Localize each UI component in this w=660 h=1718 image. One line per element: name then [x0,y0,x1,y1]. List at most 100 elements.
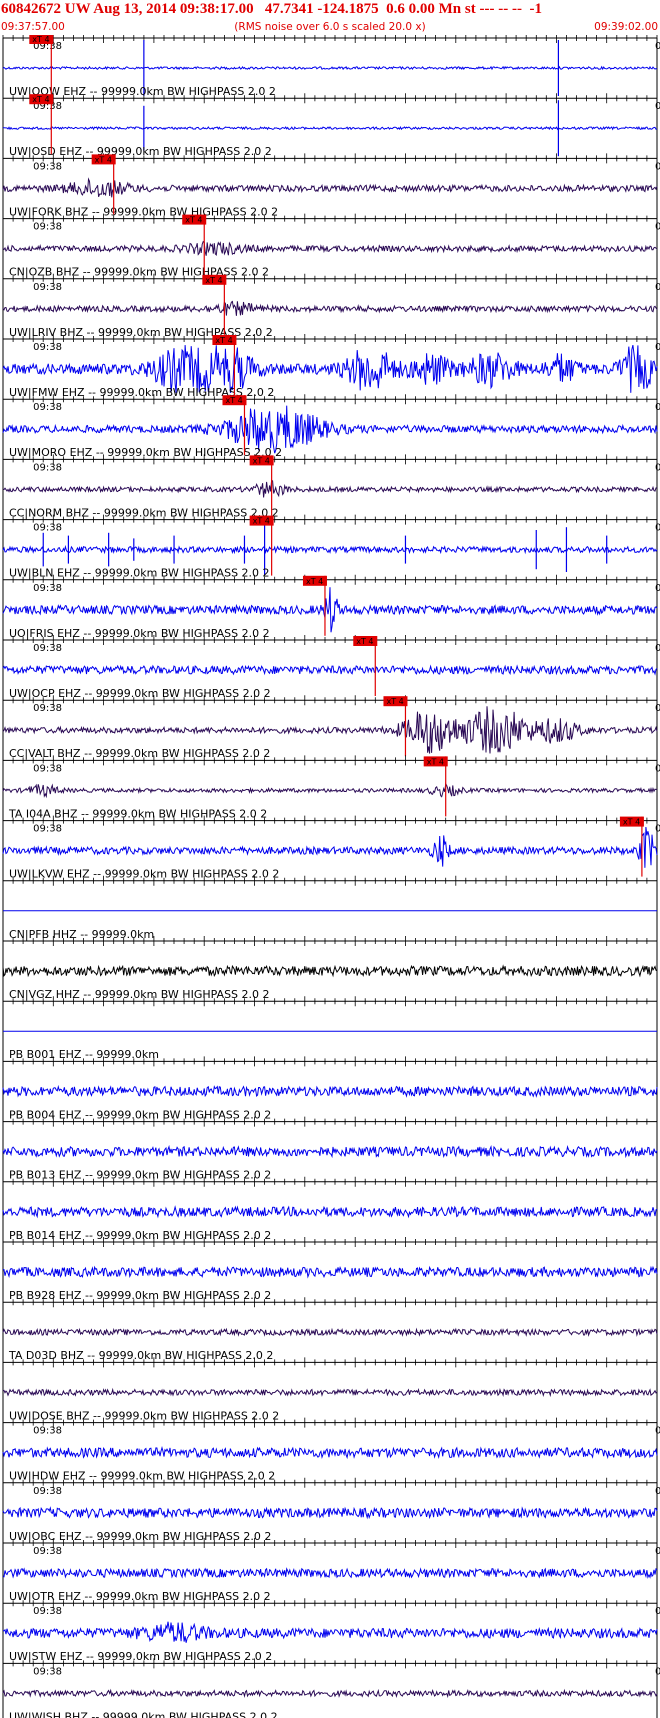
waveform [2,964,658,978]
trace-26: 09:38 09:38 UW|OTR EHZ -- 99999.0km BW HIG… [2,1538,660,1603]
trace-27: 09:38 09:38 UW|STW EHZ -- 99999.0km BW HIG… [2,1598,660,1663]
tick-label-right: 09:38 [655,523,660,534]
trace-17: PB B001 EHZ -- 99999.0km [2,996,658,1061]
tick-label: 09:38 [33,1606,62,1617]
waveform [2,587,658,633]
trace-7: 09:38 09:38 UW|MORO EHZ -- 99999.0km BW HI… [2,394,660,459]
tick-label-right: 09:38 [655,643,660,654]
pick-label: xT 4 [205,276,222,285]
tick-label-right: 09:38 [655,342,660,353]
trace-14: 09:3809:38UW|LKVW EHZ -- 99999.0km BW HI… [2,815,660,881]
tick-label: 09:38 [33,523,62,534]
tick-label-right: 09:38 [655,101,660,112]
waveform [2,1265,658,1279]
station-label: PB B014 EHZ -- 99999.0km BW HIGHPASS 2.0… [9,1229,271,1242]
tick-label-right: 09:38 [655,1666,660,1677]
station-label: CN|VGZ HHZ -- 99999.0km BW HIGHPASS 2.0 … [9,988,270,1001]
trace-13: 09:38 09:38 TA I04A BHZ -- 99999.0km BW HI… [2,755,660,820]
trace-15: CN|PFB HHZ -- 99999.0km [2,875,658,941]
end-time-label: 09:39:02.00 [594,21,658,33]
tick-label-right: 09:38 [655,703,660,714]
pick-label: xT 4 [32,95,49,104]
trace-2: 09:3809:38UW|OSD EHZ -- 99999.0km BW HIG… [2,93,660,158]
pick-label: xT 4 [225,396,242,405]
seismogram-plot: 09:3809:38UW|OOW EHZ -- 99999.0km BW HIG… [2,35,660,1718]
station-label: UW|OCP EHZ -- 99999.0km BW HIGHPASS 2.0 … [9,687,271,700]
waveform [2,240,658,256]
trace-24: 09:38 09:38 UW|HDW EHZ -- 99999.0km BW HIG… [2,1417,660,1483]
trace-4: 09:38 09:38 CN|OZB BHZ -- 99999.0km BW HIG… [2,213,660,279]
station-label: CC|VALT BHZ -- 99999.0km BW HIGHPASS 2.0… [9,747,270,760]
trace-6: 09:3809:38UW|FMW EHZ -- 99999.0km BW HIG… [2,334,660,399]
tick-label: 09:38 [33,402,62,413]
pick-label: xT 4 [253,456,270,465]
station-label: CN|OZB BHZ -- 99999.0km BW HIGHPASS 2.0 … [9,266,269,279]
tick-label: 09:38 [33,1426,62,1437]
tick-label-right: 09:38 [655,583,660,594]
tick-label: 09:38 [33,1486,62,1497]
tick-label: 09:38 [33,1666,62,1677]
tick-label-right: 09:38 [655,1546,660,1557]
trace-16: CN|VGZ HHZ -- 99999.0km BW HIGHPASS 2.0 … [2,936,658,1001]
tick-label: 09:38 [33,161,62,172]
waveform [2,1621,658,1643]
station-label: UW|MORO EHZ -- 99999.0km BW HIGHPASS 2.0… [9,446,282,459]
trace-11: 09:38 09:38 UW|OCP EHZ -- 99999.0km BW HIG… [2,635,660,700]
trace-10: 09:38 09:38 UO|FRIS EHZ -- 99999.0km BW HI… [2,574,660,640]
tick-label-right: 09:38 [655,1486,660,1497]
tick-label: 09:38 [33,703,62,714]
tick-label: 09:38 [33,643,62,654]
station-label: UW|OSD EHZ -- 99999.0km BW HIGHPASS 2.0 … [9,145,272,158]
station-label: PB B928 EHZ -- 99999.0km BW HIGHPASS 2.0… [9,1289,271,1302]
waveform [2,177,658,198]
waveform [2,782,658,799]
rms-noise-subtitle: (RMS noise over 6.0 s scaled 20.0 x) [234,21,426,33]
waveform [2,544,658,555]
tick-label-right: 09:38 [655,282,660,293]
waveform [2,1084,658,1098]
waveform [2,1144,658,1159]
tick-label-right: 09:38 [655,402,660,413]
trace-22: TA D03D BHZ -- 99999.0km BW HIGHPASS 2.0… [2,1297,658,1362]
waveform [2,1327,658,1337]
pick-label: xT 4 [356,637,373,646]
record-header: 60842672 UW Aug 13, 2014 09:38:17.00 47.… [0,0,660,35]
waveform [2,479,658,498]
trace-5: 09:3809:38UW|LRIV BHZ -- 99999.0km BW HI… [2,273,660,339]
trace-28: 09:38 09:38 UW|WISH BHZ -- 99999.0km BW HI… [2,1658,660,1718]
trace-23: UW|DOSE BHZ -- 99999.0km BW HIGHPASS 2.0… [2,1357,658,1422]
trace-19: PB B013 EHZ -- 99999.0km BW HIGHPASS 2.0… [2,1116,658,1182]
pick-label: xT 4 [253,517,270,526]
station-label: TA I04A BHZ -- 99999.0km BW HIGHPASS 2.0… [8,807,267,820]
trace-20: PB B014 EHZ -- 99999.0km BW HIGHPASS 2.0… [2,1176,658,1242]
tick-label: 09:38 [33,342,62,353]
tick-label: 09:38 [33,824,62,835]
pick-label: xT 4 [185,216,202,225]
trace-12: 09:38 09:38 CC|VALT BHZ -- 99999.0km BW HI… [2,695,660,760]
tick-label-right: 09:38 [655,763,660,774]
station-label: PB B004 EHZ -- 99999.0km BW HIGHPASS 2.0… [9,1108,271,1121]
pick-label: xT 4 [306,577,323,586]
tick-label-right: 09:38 [655,41,660,52]
station-label: UW|BLN EHZ -- 99999.0km BW HIGHPASS 2.0 … [9,567,270,580]
station-label: CN|PFB HHZ -- 99999.0km [9,928,154,941]
event-title: 60842672 UW Aug 13, 2014 09:38:17.00 47.… [1,1,542,17]
waveform [2,664,658,676]
tick-label-right: 09:38 [655,222,660,233]
station-label: PB B001 EHZ -- 99999.0km [9,1048,159,1061]
waveform [2,1205,658,1219]
station-label: UW|WISH BHZ -- 99999.0km BW HIGHPASS 2.0… [9,1710,278,1718]
trace-9: 09:38 09:38 UW|BLN EHZ -- 99999.0km BW HIG… [2,514,660,580]
tick-label: 09:38 [33,1546,62,1557]
tick-label-right: 09:38 [655,462,660,473]
pick-label: xT 4 [386,697,403,706]
tick-label: 09:38 [33,222,62,233]
trace-3: 09:3809:38UW|FORK BHZ -- 99999.0km BW HI… [2,153,660,218]
tick-label-right: 09:38 [655,1606,660,1617]
waveform [2,1506,658,1520]
pick-label: xT 4 [427,757,444,766]
pick-label: xT 4 [623,818,640,827]
station-label: UW|HDW EHZ -- 99999.0km BW HIGHPASS 2.0 … [9,1470,275,1483]
trace-18: PB B004 EHZ -- 99999.0km BW HIGHPASS 2.0… [2,1056,658,1121]
station-label: UO|FRIS EHZ -- 99999.0km BW HIGHPASS 2.0… [9,627,270,640]
